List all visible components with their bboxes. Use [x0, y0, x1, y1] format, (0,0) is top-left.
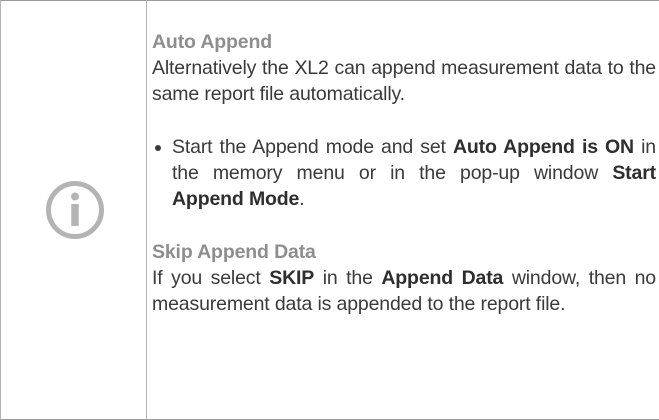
column-divider — [146, 0, 147, 420]
bullet-text-3: . — [299, 188, 305, 210]
bullet-dot-icon — [155, 145, 161, 151]
skip-text-1: If you select — [152, 267, 270, 289]
bullet-text-1: Start the Append mode and set — [172, 136, 453, 158]
auto-append-body: Alternatively the XL2 can append measure… — [152, 57, 656, 105]
left-border — [0, 0, 1, 420]
info-circle-icon-svg — [46, 181, 104, 239]
top-border — [0, 0, 659, 1]
note-content: Auto Append Alternatively the XL2 can ap… — [152, 29, 656, 317]
skip-text-2: in the — [314, 267, 382, 289]
skip-bold-skip: SKIP — [269, 267, 315, 289]
skip-bold-append-data: Append Data — [381, 267, 504, 289]
skip-append-heading: Skip Append Data — [152, 241, 316, 263]
skip-append-body: If you select SKIP in the Append Data wi… — [152, 265, 656, 317]
auto-append-heading: Auto Append — [152, 31, 273, 53]
info-circle-icon — [45, 180, 105, 240]
bullet-item-start-append: Start the Append mode and set Auto Appen… — [152, 134, 656, 212]
bullet-bold-auto-append: Auto Append is ON — [452, 136, 634, 158]
info-note-box: Auto Append Alternatively the XL2 can ap… — [0, 0, 659, 420]
